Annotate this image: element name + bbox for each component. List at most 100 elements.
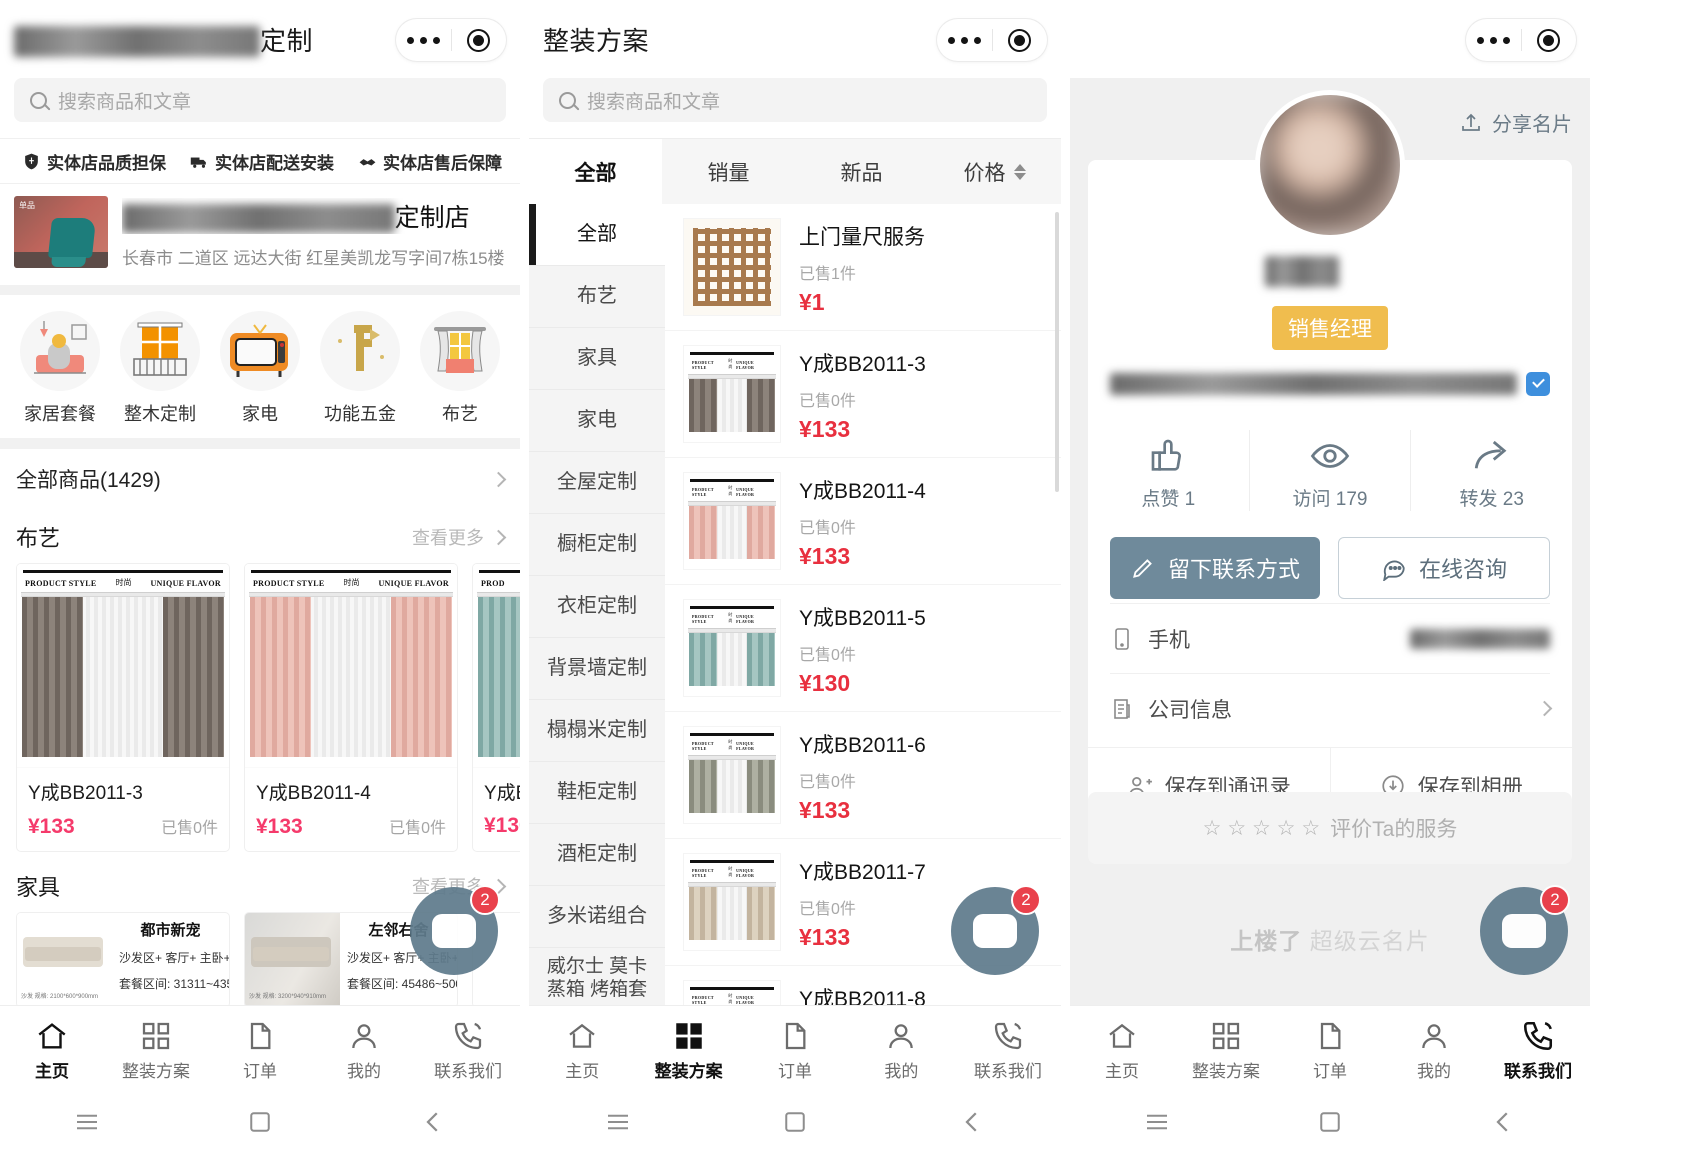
android-home-button[interactable] (780, 1107, 810, 1142)
three-panel-screenshot: █████████████定制 搜索商品和文章 实体店品质担保 实体店配送安装 (0, 0, 1690, 1155)
share-card-button[interactable]: 分享名片 (1459, 108, 1572, 137)
category-appliance[interactable]: 家电 (216, 311, 304, 426)
tab-all[interactable]: 全部 (529, 139, 662, 204)
sidebar-item-home[interactable]: 主页 (0, 1018, 104, 1082)
sidebar-item-orders[interactable]: 订单 (742, 1018, 848, 1082)
sidebar-item-contact[interactable]: 联系我们 (416, 1018, 520, 1082)
nav-label: 联系我们 (973, 1061, 1042, 1081)
android-home-button[interactable] (245, 1107, 275, 1142)
shop-header-row[interactable]: 单品 ████████ ███████定制店 长春市 二道区 远达大街 红星美凯… (0, 183, 520, 285)
list-scrollbar[interactable] (1055, 212, 1059, 492)
product-info: 上门量尺服务 已售1件 ¥1 (799, 218, 1045, 316)
close-miniprogram-icon[interactable] (452, 28, 507, 52)
android-menu-button[interactable] (603, 1107, 633, 1142)
category-home-package[interactable]: 家居套餐 (16, 311, 104, 426)
sidebar-item-orders[interactable]: 订单 (1278, 1018, 1382, 1082)
star-rating-icons[interactable]: ☆ ☆ ☆ ☆ ☆ (1203, 816, 1320, 841)
sidebar-item-contact[interactable]: 联系我们 (955, 1018, 1061, 1082)
sort-toggle-icon[interactable] (1013, 163, 1026, 180)
sidebar-item-wales-moka[interactable]: 威尔士 莫卡 蒸箱 烤箱套 (529, 948, 665, 1005)
sidebar-item-plans[interactable]: 整装方案 (104, 1018, 208, 1082)
sidebar-item-mine[interactable]: 我的 (312, 1018, 416, 1082)
android-menu-button[interactable] (1142, 1107, 1172, 1142)
sidebar-item-shoe-cabinet[interactable]: 鞋柜定制 (529, 762, 665, 824)
android-back-button[interactable] (1488, 1107, 1518, 1142)
product-info: Y成BB2011-4 已售0件 ¥133 (799, 472, 1045, 570)
android-back-button[interactable] (418, 1107, 448, 1142)
list-item[interactable]: 上门量尺服务 已售1件 ¥1 (665, 204, 1061, 331)
leave-contact-button[interactable]: 留下联系方式 (1110, 537, 1320, 599)
guarantee-badges: 实体店品质担保 实体店配送安装 实体店售后保障 (0, 138, 520, 183)
phone-icon (1486, 1018, 1590, 1054)
chat-fab-button[interactable]: 2 (951, 885, 1041, 975)
sidebar-item-home[interactable]: 主页 (1070, 1018, 1174, 1082)
sidebar-item-plans[interactable]: 整装方案 (1174, 1018, 1278, 1082)
list-item[interactable]: PRODUCT STYLE 时尚 UNIQUE FLAVOR Y成BB2011-3 … (665, 331, 1061, 458)
category-hardware[interactable]: 功能五金 (316, 311, 404, 426)
category-wood-custom[interactable]: 整木定制 (116, 311, 204, 426)
close-miniprogram-icon[interactable] (1522, 28, 1577, 52)
android-home-button[interactable] (1315, 1107, 1345, 1142)
avatar[interactable] (1255, 90, 1405, 240)
sidebar-item-fabric[interactable]: 布艺 (529, 266, 665, 328)
tab-sales[interactable]: 销量 (662, 139, 795, 204)
furniture-card[interactable]: 沙发 规格: 2100*600*900mm 都市新宠 沙发区+ 客厅+ 主卧+ … (16, 912, 230, 1008)
more-menu-icon[interactable] (396, 36, 451, 44)
rate-service-box[interactable]: ☆ ☆ ☆ ☆ ☆ 评价Ta的服务 (1088, 792, 1572, 864)
sidebar-item-tatami[interactable]: 榻榻米定制 (529, 700, 665, 762)
sidebar-item-domino[interactable]: 多米诺组合 (529, 886, 665, 948)
tab-new[interactable]: 新品 (795, 139, 928, 204)
android-back-button[interactable] (957, 1107, 987, 1142)
sidebar-item-mine[interactable]: 我的 (848, 1018, 954, 1082)
info-row-company[interactable]: 公司信息 (1110, 673, 1553, 743)
list-item[interactable]: PRODUCT STYLE 时尚 UNIQUE FLAVOR Y成BB2011-4 … (665, 458, 1061, 585)
wechat-capsule[interactable] (1466, 19, 1576, 61)
list-item[interactable]: PRODUCT STYLE 时尚 UNIQUE FLAVOR Y成BB2011-5 … (665, 585, 1061, 712)
online-consult-button[interactable]: 在线咨询 (1338, 537, 1550, 599)
product-thumbnail: PRODUCT STYLE 时尚 UNIQUE FLAVOR (683, 472, 781, 570)
search-input[interactable]: 搜索商品和文章 (543, 78, 1047, 122)
stat-visits[interactable]: 访问 179 (1250, 430, 1412, 511)
verified-shield-icon (1526, 372, 1550, 396)
sidebar-item-plans[interactable]: 整装方案 (635, 1018, 741, 1082)
product-card[interactable]: PRODUCT STYLE 时尚 UNIQUE FLAVOR Y成BB2011-4 … (244, 563, 458, 852)
all-goods-row[interactable]: 全部商品(1429) (0, 448, 520, 509)
info-label: 公司信息 (1148, 698, 1232, 722)
stat-shares[interactable]: 转发 23 (1411, 430, 1572, 511)
android-menu-button[interactable] (72, 1107, 102, 1142)
sidebar-item-cabinet[interactable]: 橱柜定制 (529, 514, 665, 576)
close-miniprogram-icon[interactable] (993, 28, 1048, 52)
sidebar-item-mine[interactable]: 我的 (1382, 1018, 1486, 1082)
sidebar-item-contact[interactable]: 联系我们 (1486, 1018, 1590, 1082)
sidebar-item-orders[interactable]: 订单 (208, 1018, 312, 1082)
category-fabric[interactable]: 布艺 (416, 311, 504, 426)
category-sidebar[interactable]: 全部 布艺 家具 家电 全屋定制 橱柜定制 衣柜定制 背景墙定制 榻榻米定制 鞋… (529, 204, 665, 1005)
product-list[interactable]: 上门量尺服务 已售1件 ¥1 PRODUCT STYLE 时尚 UNIQUE FLA… (665, 204, 1061, 1005)
fabric-product-scroller[interactable]: PRODUCT STYLE 时尚 UNIQUE FLAVOR Y成BB2011-3 … (0, 563, 520, 858)
sidebar-item-home[interactable]: 主页 (529, 1018, 635, 1082)
product-sold: 已售0件 (799, 774, 856, 791)
product-card[interactable]: PROD Y成B ¥130 (472, 563, 520, 852)
tab-price[interactable]: 价格 (928, 139, 1061, 204)
stat-likes[interactable]: 点赞 1 (1088, 430, 1250, 511)
list-item[interactable]: PRODUCT STYLE 时尚 UNIQUE FLAVOR Y成BB2011-6 … (665, 712, 1061, 839)
product-card[interactable]: PRODUCT STYLE 时尚 UNIQUE FLAVOR Y成BB2011-3 … (16, 563, 230, 852)
search-input[interactable]: 搜索商品和文章 (14, 78, 506, 122)
sidebar-item-appliance[interactable]: 家电 (529, 390, 665, 452)
sidebar-item-all[interactable]: 全部 (529, 204, 665, 266)
wechat-capsule[interactable] (396, 19, 506, 61)
sidebar-item-wine-cabinet[interactable]: 酒柜定制 (529, 824, 665, 886)
wechat-capsule[interactable] (937, 19, 1047, 61)
chat-fab-button[interactable]: 2 (1480, 885, 1570, 975)
more-menu-icon[interactable] (937, 36, 992, 44)
sidebar-item-wardrobe[interactable]: 衣柜定制 (529, 576, 665, 638)
sidebar-item-whole-house[interactable]: 全屋定制 (529, 452, 665, 514)
page-title-suffix: 定制 (259, 25, 313, 56)
sidebar-item-backwall[interactable]: 背景墙定制 (529, 638, 665, 700)
section-more-fabric[interactable]: 查看更多 (412, 524, 507, 550)
shop-address: 长春市 二道区 远达大街 红星美凯龙写字间7栋15楼 (122, 249, 505, 268)
sidebar-item-furniture[interactable]: 家具 (529, 328, 665, 390)
info-row-mobile[interactable]: 手机 ███████████ (1110, 603, 1550, 673)
chat-fab-button[interactable]: 2 (410, 885, 500, 975)
more-menu-icon[interactable] (1466, 36, 1521, 44)
